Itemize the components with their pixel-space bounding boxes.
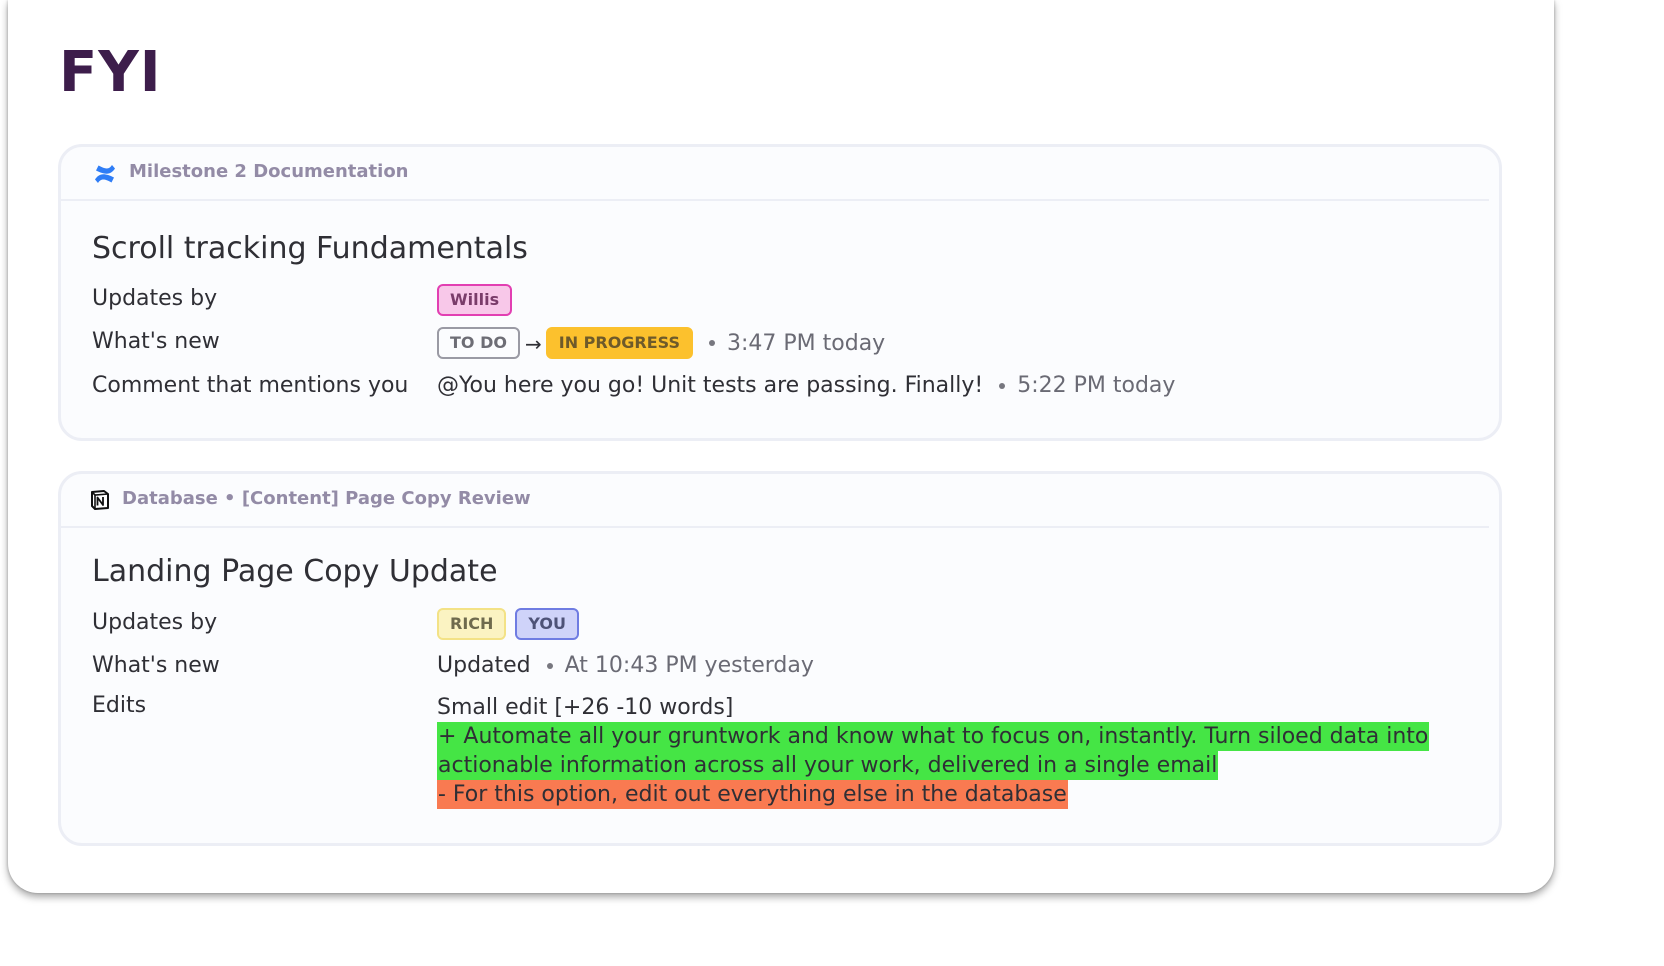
update-text: Updated — [437, 653, 531, 678]
diff-added-line: actionable information across all your w… — [437, 751, 1219, 780]
card-title[interactable]: Scroll tracking Fundamentals — [92, 231, 528, 266]
confluence-icon — [93, 162, 117, 186]
fyi-window: FYI Milestone 2 Documentation Scroll tra… — [8, 0, 1554, 893]
card-source-link[interactable]: Database • [Content] Page Copy Review — [122, 488, 531, 509]
notion-icon — [89, 489, 113, 513]
user-chip-willis[interactable]: Willis — [437, 284, 513, 316]
notification-card[interactable]: Milestone 2 Documentation Scroll trackin… — [58, 144, 1502, 441]
edit-summary: Small edit [+26 -10 words] — [437, 695, 734, 720]
updates-by-value: Willis — [437, 284, 513, 316]
whats-new-value: Updated At 10:43 PM yesterday — [437, 653, 814, 678]
separator-dot — [709, 340, 716, 346]
updates-by-label: Updates by — [92, 610, 218, 635]
whats-new-value: TO DO → IN PROGRESS 3:47 PM today — [437, 327, 885, 359]
edits-label: Edits — [92, 693, 147, 718]
comment-label: Comment that mentions you — [92, 373, 409, 398]
timestamp: At 10:43 PM yesterday — [564, 653, 814, 678]
whats-new-label: What's new — [92, 653, 220, 678]
updates-by-label: Updates by — [92, 286, 218, 311]
card-title[interactable]: Landing Page Copy Update — [92, 554, 498, 589]
card-source-link[interactable]: Milestone 2 Documentation — [129, 161, 409, 182]
card-header: Milestone 2 Documentation — [61, 147, 1489, 201]
status-badge-from: TO DO — [437, 327, 520, 359]
user-chip-you[interactable]: YOU — [515, 608, 580, 640]
page-title: FYI — [59, 40, 162, 105]
card-header: Database • [Content] Page Copy Review — [61, 474, 1489, 528]
notification-card[interactable]: Database • [Content] Page Copy Review La… — [58, 471, 1502, 846]
edits-block: Small edit [+26 -10 words] + Automate al… — [437, 693, 1430, 809]
separator-dot — [999, 382, 1006, 389]
updates-by-value: RICH YOU — [437, 608, 580, 640]
timestamp: 3:47 PM today — [727, 330, 886, 356]
comment-value: @You here you go! Unit tests are passing… — [437, 373, 1175, 398]
comment-text[interactable]: @You here you go! Unit tests are passing… — [437, 373, 983, 398]
timestamp: 5:22 PM today — [1017, 373, 1176, 398]
user-chip-rich[interactable]: RICH — [437, 608, 507, 640]
whats-new-label: What's new — [92, 329, 220, 354]
diff-added-line: + Automate all your gruntwork and know w… — [437, 722, 1430, 751]
status-badge-to: IN PROGRESS — [545, 327, 694, 359]
diff-removed-line: - For this option, edit out everything e… — [437, 780, 1068, 809]
separator-dot — [546, 662, 553, 669]
arrow-right-icon: → — [524, 332, 542, 356]
